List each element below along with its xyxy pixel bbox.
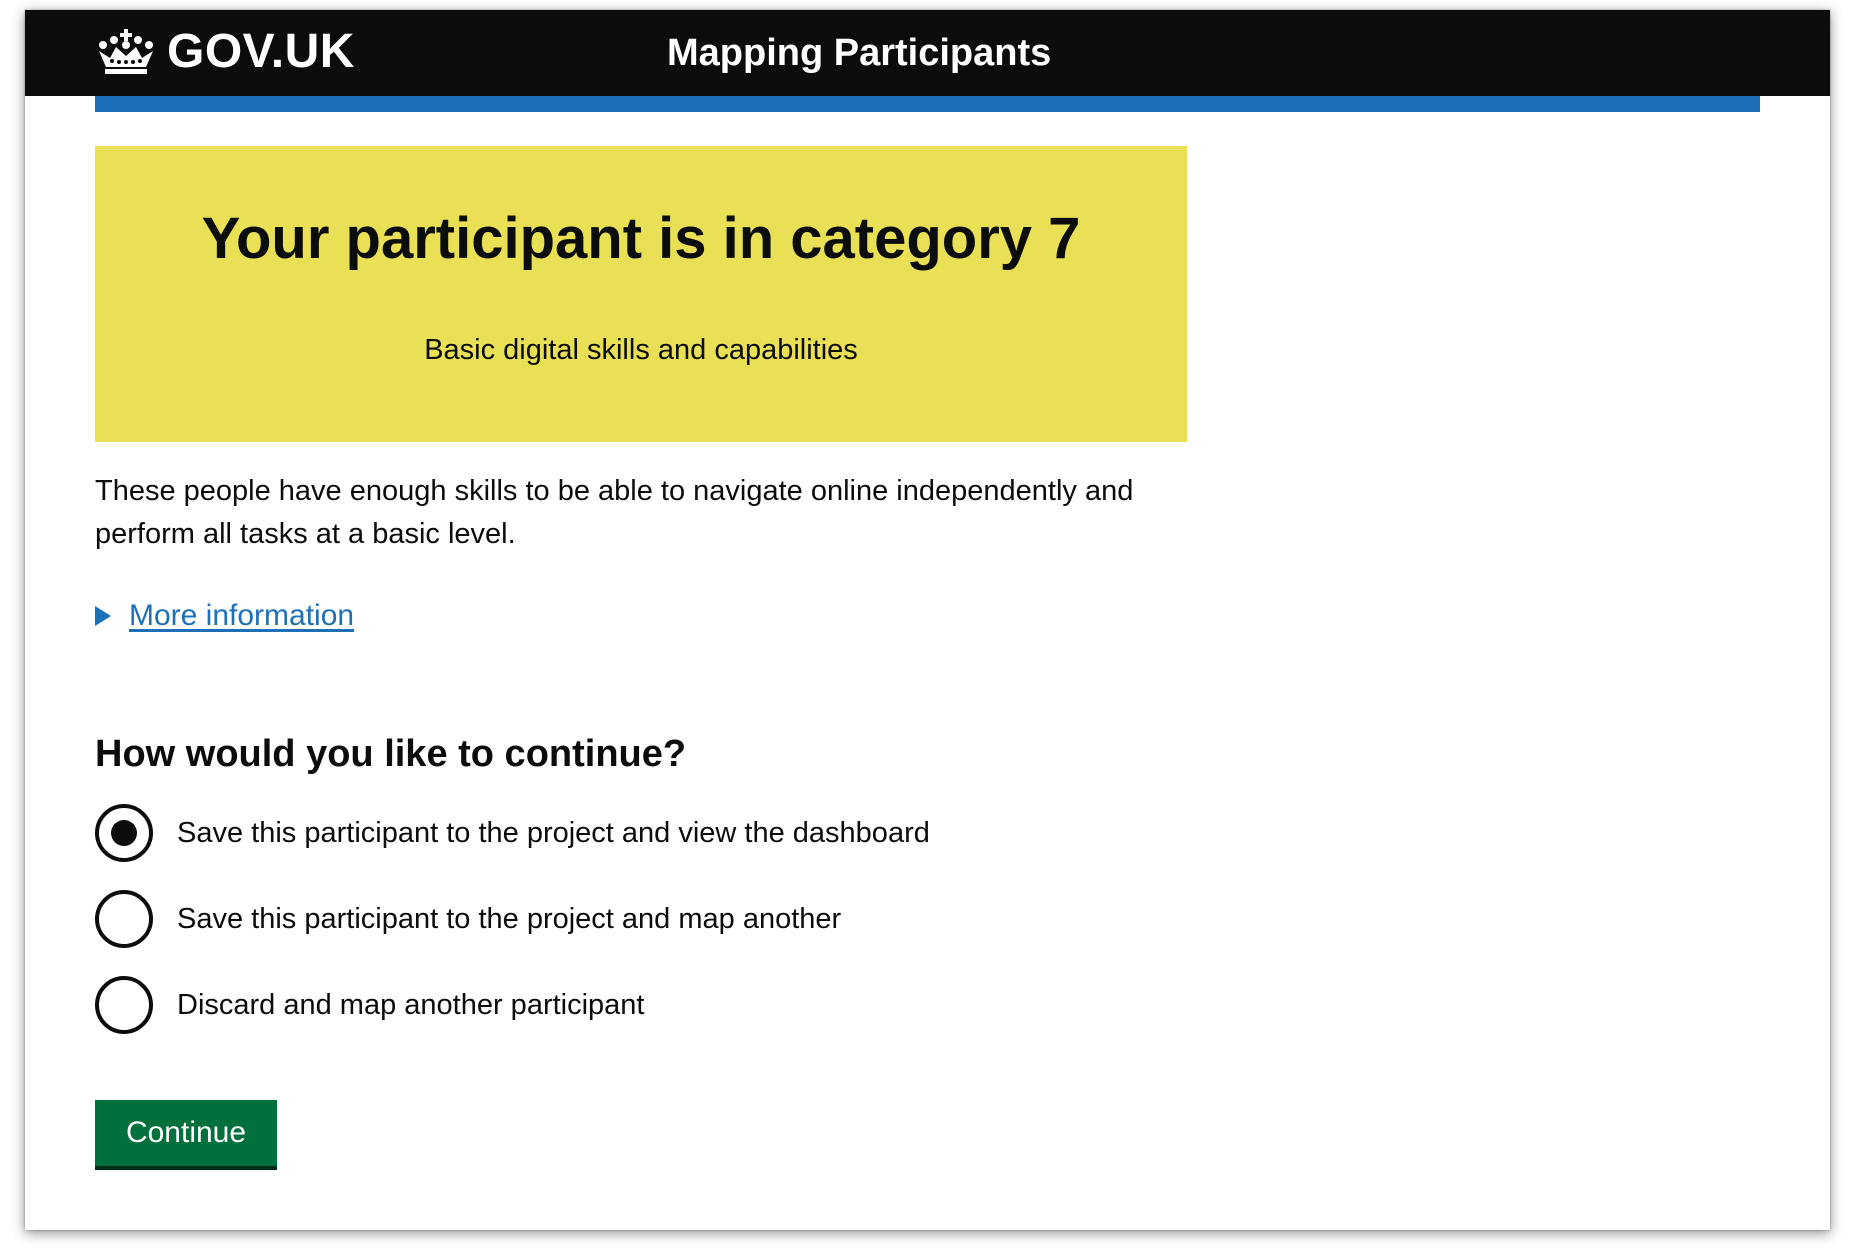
radio-button-discard[interactable] <box>95 976 153 1034</box>
radio-option-map-another[interactable]: Save this participant to the project and… <box>95 886 841 952</box>
site-header: GOV.UK Mapping Participants <box>25 10 1830 96</box>
radio-label-map-another[interactable]: Save this participant to the project and… <box>177 901 841 937</box>
crown-icon <box>99 29 153 74</box>
panel-title: Your participant is in category 7 <box>201 206 1081 271</box>
triangle-right-icon[interactable] <box>95 606 111 626</box>
result-panel: Your participant is in category 7 Basic … <box>95 146 1187 442</box>
radio-option-discard[interactable]: Discard and map another participant <box>95 972 644 1038</box>
radio-button-view-dashboard[interactable] <box>95 804 153 862</box>
browser-page: GOV.UK Mapping Participants Your partici… <box>25 10 1830 1230</box>
logo-text: GOV.UK <box>167 25 355 78</box>
radio-button-map-another[interactable] <box>95 890 153 948</box>
category-description: These people have enough skills to be ab… <box>95 475 1134 550</box>
panel-body: Basic digital skills and capabilities <box>424 334 858 366</box>
more-information-details[interactable]: More information <box>95 596 354 636</box>
radio-label-discard[interactable]: Discard and map another participant <box>177 987 644 1023</box>
header-accent-bar <box>95 96 1760 112</box>
govuk-logo-link[interactable]: GOV.UK <box>95 24 355 80</box>
more-information-link[interactable]: More information <box>129 596 354 636</box>
radio-option-view-dashboard[interactable]: Save this participant to the project and… <box>95 800 930 866</box>
service-name[interactable]: Mapping Participants <box>667 30 1051 76</box>
radio-label-view-dashboard[interactable]: Save this participant to the project and… <box>177 815 930 851</box>
continue-question-heading: How would you like to continue? <box>95 733 687 775</box>
continue-button[interactable]: Continue <box>95 1100 277 1166</box>
